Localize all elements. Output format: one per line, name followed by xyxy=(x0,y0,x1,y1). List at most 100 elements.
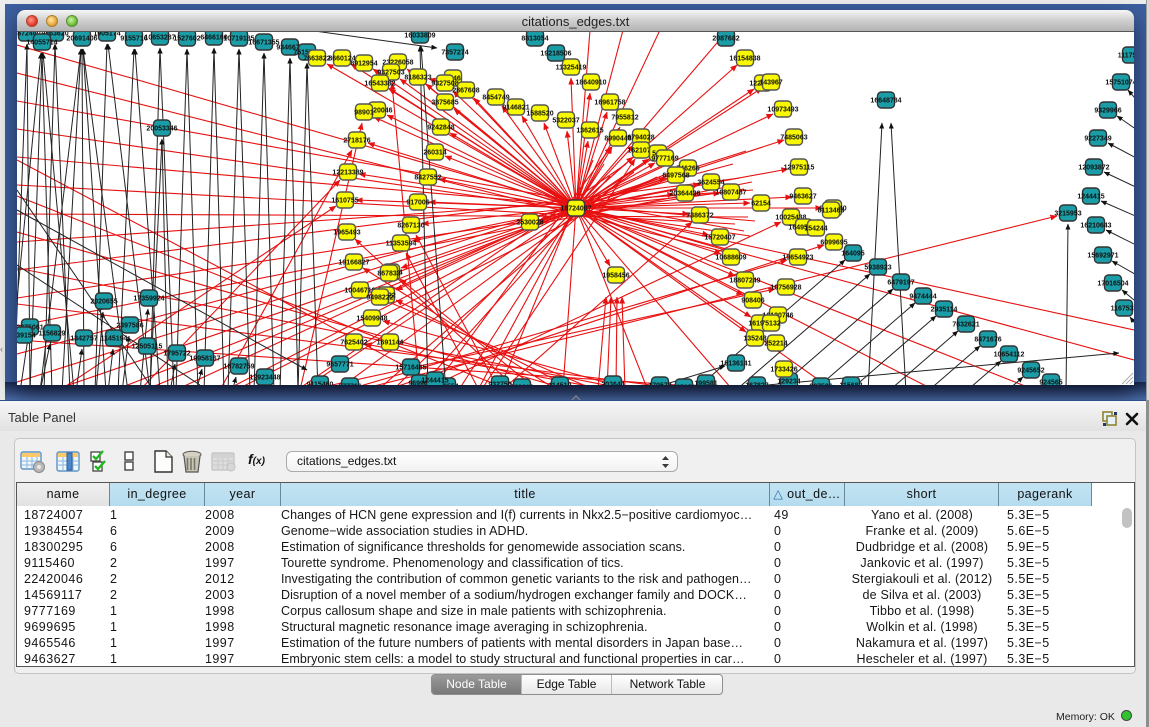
svg-text:7625402: 7625402 xyxy=(340,340,367,347)
svg-text:7386372: 7386372 xyxy=(686,213,713,220)
svg-text:203644: 203644 xyxy=(601,382,624,386)
svg-text:2867608: 2867608 xyxy=(452,88,479,95)
svg-text:908406: 908406 xyxy=(741,298,764,305)
svg-text:62154: 62154 xyxy=(751,201,771,208)
svg-text:932750: 932750 xyxy=(488,382,511,386)
svg-text:1958456: 1958456 xyxy=(602,273,629,280)
svg-text:12213389: 12213389 xyxy=(332,170,363,177)
svg-text:924565: 924565 xyxy=(1039,380,1062,386)
svg-text:114519: 114519 xyxy=(549,383,572,386)
svg-text:1691144: 1691144 xyxy=(377,340,404,347)
svg-text:868012: 868012 xyxy=(510,385,533,386)
svg-text:20053346: 20053346 xyxy=(146,126,177,133)
svg-text:7357274: 7357274 xyxy=(441,50,468,57)
svg-text:1795722: 1795722 xyxy=(163,351,190,358)
svg-text:8471676: 8471676 xyxy=(974,337,1001,344)
svg-text:8267130: 8267130 xyxy=(397,223,424,230)
svg-text:7485063: 7485063 xyxy=(780,135,807,142)
svg-text:16782759: 16782759 xyxy=(223,364,254,371)
svg-text:129234: 129234 xyxy=(777,379,800,386)
svg-text:6497568: 6497568 xyxy=(662,173,689,180)
svg-text:1145194: 1145194 xyxy=(101,336,128,343)
svg-text:15751074: 15751074 xyxy=(1105,80,1134,87)
svg-text:10973493: 10973493 xyxy=(767,107,798,114)
svg-text:6479197: 6479197 xyxy=(887,280,914,287)
svg-text:8427552: 8427552 xyxy=(414,175,441,182)
svg-text:9463627: 9463627 xyxy=(789,194,816,201)
svg-text:12923448: 12923448 xyxy=(249,375,280,382)
svg-text:14055714: 14055714 xyxy=(26,40,57,47)
svg-text:164095: 164095 xyxy=(841,251,864,258)
svg-text:5322037: 5322037 xyxy=(552,118,579,125)
svg-text:179572: 179572 xyxy=(648,383,671,386)
svg-text:20691406: 20691406 xyxy=(66,36,97,43)
svg-text:9245652: 9245652 xyxy=(1017,368,1044,375)
svg-text:2397586: 2397586 xyxy=(116,323,143,330)
svg-text:867833: 867833 xyxy=(377,271,400,278)
svg-text:15720407: 15720407 xyxy=(704,235,735,242)
svg-text:8113463: 8113463 xyxy=(818,208,845,215)
svg-text:1733426: 1733426 xyxy=(770,367,797,374)
svg-text:939154: 939154 xyxy=(17,333,36,340)
svg-text:2935114: 2935114 xyxy=(931,307,958,314)
svg-text:19218506: 19218506 xyxy=(540,51,571,58)
svg-text:16210643: 16210643 xyxy=(1080,223,1111,230)
svg-text:15409948: 15409948 xyxy=(356,316,387,323)
svg-text:98901: 98901 xyxy=(354,110,374,117)
svg-text:15716485: 15716485 xyxy=(395,365,426,372)
svg-text:252214: 252214 xyxy=(764,341,787,348)
svg-text:16671355: 16671355 xyxy=(248,40,279,47)
svg-text:3215953: 3215953 xyxy=(1054,211,1081,218)
svg-text:1610755: 1610755 xyxy=(331,198,358,205)
svg-text:977716: 977716 xyxy=(338,384,361,386)
svg-text:7955812: 7955812 xyxy=(611,115,638,122)
svg-text:8813054: 8813054 xyxy=(521,36,548,43)
svg-text:8186323: 8186323 xyxy=(404,75,431,82)
svg-text:15692971: 15692971 xyxy=(1087,253,1118,260)
svg-text:287506: 287506 xyxy=(809,384,832,386)
svg-text:19166827: 19166827 xyxy=(338,260,369,267)
svg-text:1167533: 1167533 xyxy=(1111,306,1134,313)
svg-text:2718176: 2718176 xyxy=(343,138,370,145)
svg-text:9115460: 9115460 xyxy=(307,382,334,386)
svg-text:18640910: 18640910 xyxy=(575,80,606,87)
svg-text:1588520: 1588520 xyxy=(526,111,553,118)
svg-text:1244415: 1244415 xyxy=(1077,194,1104,201)
svg-text:9329966: 9329966 xyxy=(1094,108,1121,115)
svg-text:10654112: 10654112 xyxy=(994,352,1025,359)
svg-text:1156829: 1156829 xyxy=(39,331,66,338)
svg-text:167827: 167827 xyxy=(745,383,768,386)
svg-text:2087682: 2087682 xyxy=(712,36,739,43)
svg-text:16154838: 16154838 xyxy=(729,56,760,63)
svg-text:16033809: 16033809 xyxy=(404,33,435,40)
svg-text:9242848: 9242848 xyxy=(427,125,454,132)
svg-text:9227349: 9227349 xyxy=(1084,136,1111,143)
svg-text:15136141: 15136141 xyxy=(720,361,751,368)
svg-text:143967: 143967 xyxy=(759,80,782,87)
svg-text:1362615: 1362615 xyxy=(576,128,603,135)
svg-text:154244: 154244 xyxy=(804,226,827,233)
svg-text:17016504: 17016504 xyxy=(1097,281,1128,288)
svg-text:2530028: 2530028 xyxy=(516,220,543,227)
svg-text:16961758: 16961758 xyxy=(594,100,625,107)
svg-text:1965493: 1965493 xyxy=(333,230,360,237)
svg-text:75132: 75132 xyxy=(761,321,781,328)
svg-text:19654923: 19654923 xyxy=(782,255,813,262)
svg-text:5938923: 5938923 xyxy=(864,265,891,272)
svg-text:7663822: 7663822 xyxy=(303,56,330,63)
svg-text:9327508: 9327508 xyxy=(431,81,458,88)
svg-text:12505115: 12505115 xyxy=(132,344,163,351)
svg-text:10688609: 10688609 xyxy=(715,255,746,262)
svg-text:1527602: 1527602 xyxy=(173,36,200,43)
svg-text:260314: 260314 xyxy=(423,150,446,157)
svg-text:12975115: 12975115 xyxy=(784,165,815,172)
svg-text:125051: 125051 xyxy=(672,385,695,386)
svg-text:10653287: 10653287 xyxy=(144,35,175,42)
svg-text:10807487: 10807487 xyxy=(715,190,746,197)
svg-text:11325419: 11325419 xyxy=(556,65,587,72)
svg-text:9474444: 9474444 xyxy=(909,294,936,301)
svg-text:16648784: 16648784 xyxy=(870,98,901,105)
svg-text:2020655: 2020655 xyxy=(90,299,117,306)
svg-text:12093872: 12093872 xyxy=(1078,165,1109,172)
svg-text:9657771: 9657771 xyxy=(326,362,353,369)
